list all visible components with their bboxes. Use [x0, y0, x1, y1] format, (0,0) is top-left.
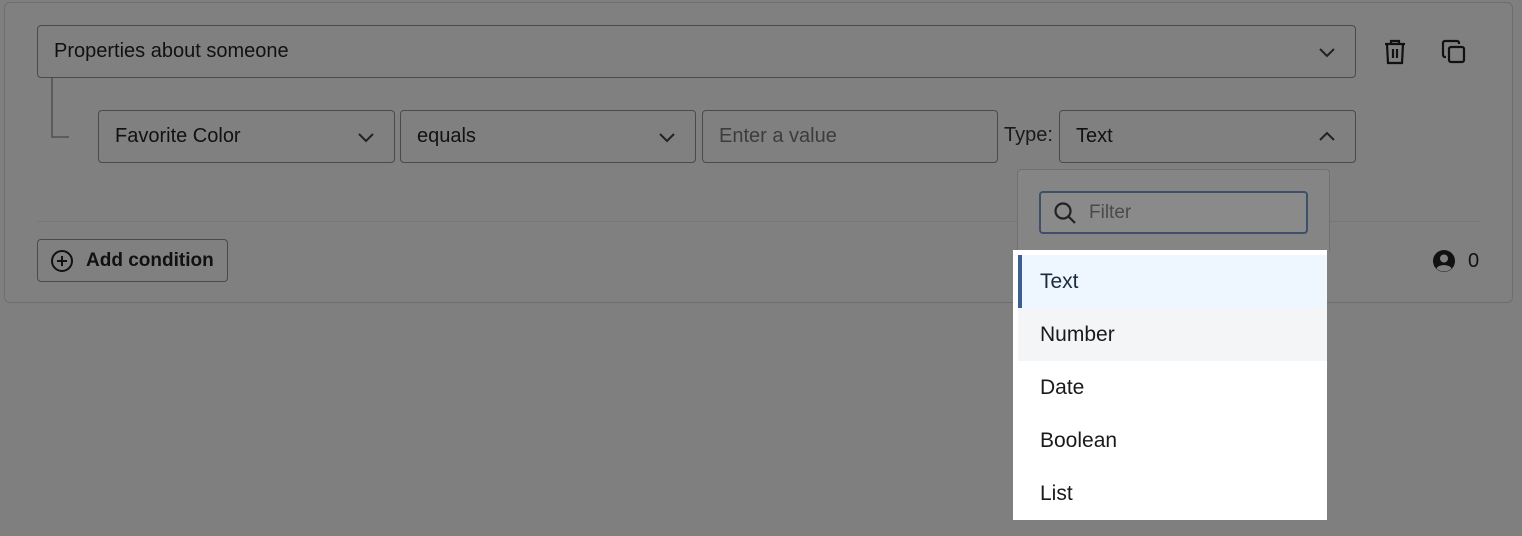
chevron-down-icon: [1319, 47, 1335, 57]
type-option-date[interactable]: Date: [1018, 361, 1327, 414]
type-options-list: Text Number Date Boolean List: [1013, 250, 1327, 520]
audience-count-value: 0: [1468, 249, 1480, 272]
type-option-boolean[interactable]: Boolean: [1018, 414, 1327, 467]
add-condition-label: Add condition: [86, 249, 214, 271]
operator-select[interactable]: equals: [400, 110, 696, 163]
type-option-text[interactable]: Text: [1018, 255, 1327, 308]
condition-tree-connector: [51, 78, 69, 138]
delete-group-button[interactable]: [1380, 37, 1410, 67]
property-field-value: Favorite Color: [115, 125, 241, 147]
add-condition-button[interactable]: Add condition: [37, 239, 228, 282]
type-filter-input[interactable]: [1087, 200, 1291, 225]
copy-icon: [1441, 39, 1466, 64]
type-label: Type:: [1004, 124, 1053, 146]
duplicate-group-button[interactable]: [1439, 37, 1469, 67]
chevron-up-icon: [1319, 131, 1335, 141]
trash-icon: [1385, 39, 1405, 65]
property-field-select[interactable]: Favorite Color: [98, 110, 395, 163]
group-select[interactable]: Properties about someone: [37, 25, 1356, 78]
audience-count: 0: [1432, 248, 1479, 274]
chevron-down-icon: [659, 132, 675, 142]
condition-value-input[interactable]: [702, 110, 998, 163]
group-select-value: Properties about someone: [54, 40, 289, 62]
search-icon: [1054, 201, 1076, 224]
type-select[interactable]: Text: [1059, 110, 1356, 163]
type-option-list[interactable]: List: [1018, 467, 1327, 520]
type-option-number[interactable]: Number: [1018, 308, 1327, 361]
plus-circle-icon: [51, 249, 73, 272]
operator-value: equals: [417, 125, 476, 147]
chevron-down-icon: [358, 132, 374, 142]
user-circle-icon: [1433, 250, 1455, 272]
type-filter-field[interactable]: [1039, 191, 1308, 234]
type-select-value: Text: [1076, 125, 1113, 147]
